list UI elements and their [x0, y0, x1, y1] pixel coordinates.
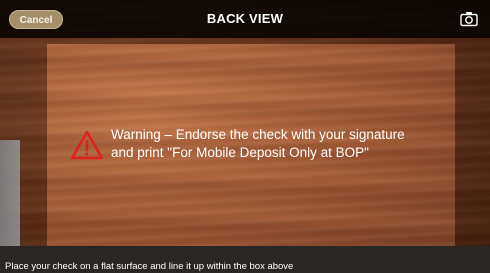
top-bar: Cancel BACK VIEW	[0, 0, 490, 38]
warning-triangle-icon	[70, 130, 104, 160]
frame-mask-left	[0, 38, 47, 246]
camera-capture-screen: Cancel BACK VIEW Warning – Endorse the c…	[0, 0, 490, 273]
warning-line-2: and print "For Mobile Deposit Only at BO…	[111, 145, 369, 160]
page-title: BACK VIEW	[206, 11, 284, 26]
instruction-text: Place your check on a flat surface and l…	[5, 261, 294, 272]
camera-icon[interactable]	[460, 11, 478, 27]
endorsement-warning: Warning – Endorse the check with your si…	[111, 126, 451, 162]
warning-line-1: Warning – Endorse the check with your si…	[111, 127, 405, 142]
bottom-bar: Place your check on a flat surface and l…	[0, 246, 490, 273]
frame-mask-right	[455, 38, 490, 246]
